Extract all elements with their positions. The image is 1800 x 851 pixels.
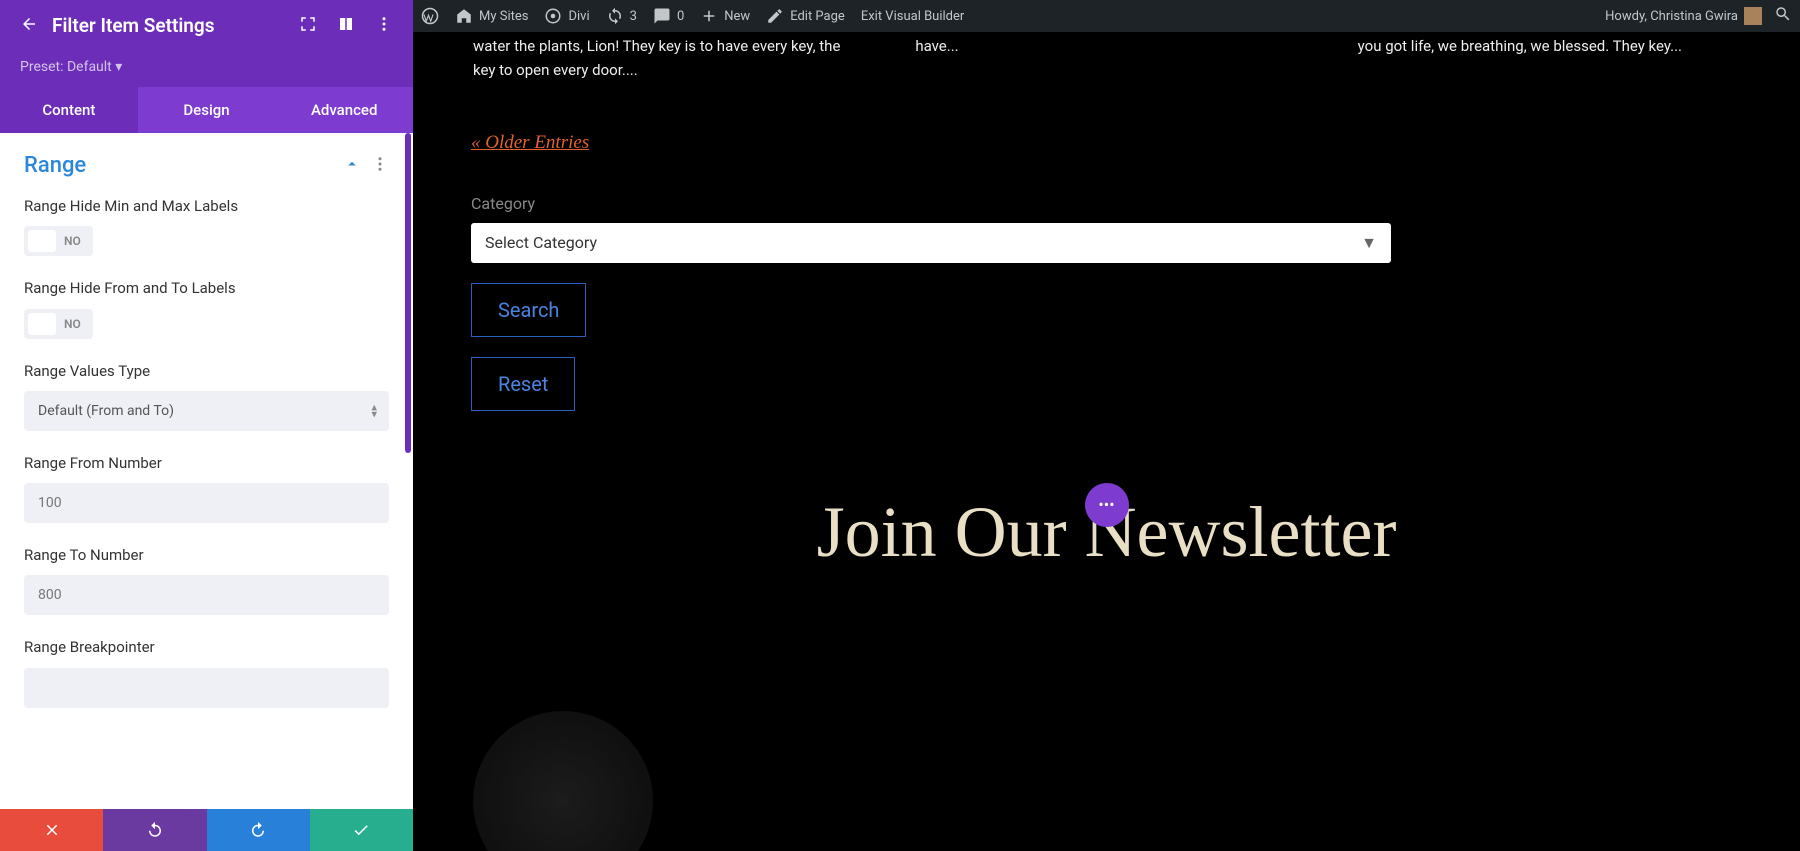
search-icon[interactable]: [1774, 5, 1792, 27]
sidebar-footer: [0, 809, 413, 851]
tab-content[interactable]: Content: [0, 87, 138, 133]
label-to-number: Range To Number: [24, 545, 389, 565]
decorative-circle: [473, 711, 653, 851]
preset-selector[interactable]: Preset: Default ▾: [0, 51, 413, 87]
label-hide-minmax: Range Hide Min and Max Labels: [24, 196, 389, 216]
post-excerpt: should never complain, complaining is a …: [1358, 32, 1740, 82]
input-breakpointer[interactable]: [24, 668, 389, 708]
back-icon[interactable]: [20, 15, 38, 37]
category-label: Category: [471, 194, 1742, 213]
select-values-type[interactable]: Default (From and To): [24, 391, 389, 431]
save-button[interactable]: [310, 809, 413, 851]
post-excerpt: make it. In life you have to take the tr…: [915, 32, 1297, 82]
comments-link[interactable]: 0: [653, 7, 684, 25]
expand-icon[interactable]: [299, 15, 317, 37]
sidebar-title: Filter Item Settings: [52, 14, 285, 37]
chevron-up-icon[interactable]: [343, 155, 361, 177]
sidebar-body: Range Range Hide Min and Max Labels NO R…: [0, 133, 413, 809]
chevron-down-icon: ▼: [1361, 233, 1377, 253]
search-button[interactable]: Search: [471, 283, 586, 337]
older-entries-link[interactable]: « Older Entries: [471, 132, 589, 154]
label-values-type: Range Values Type: [24, 361, 389, 381]
avatar: [1744, 7, 1762, 25]
new-link[interactable]: New: [700, 7, 750, 25]
toggle-hide-fromto[interactable]: NO: [24, 309, 93, 339]
wp-adminbar: My Sites Divi 3 0 New Edit Page Exit Vis…: [413, 0, 1800, 32]
howdy-user[interactable]: Howdy, Christina Gwira: [1605, 7, 1762, 25]
editpage-link[interactable]: Edit Page: [766, 7, 845, 25]
columns-icon[interactable]: [337, 15, 355, 37]
exit-visual-builder[interactable]: Exit Visual Builder: [861, 9, 964, 24]
sidebar-header: Filter Item Settings: [0, 0, 413, 51]
label-breakpointer: Range Breakpointer: [24, 637, 389, 657]
divi-link[interactable]: Divi: [544, 7, 589, 25]
category-select[interactable]: Select Category ▼: [471, 223, 1391, 263]
section-title-range[interactable]: Range: [24, 153, 86, 178]
reset-button[interactable]: Reset: [471, 357, 575, 411]
page-content: beautiful, life is what you make it. Eve…: [413, 32, 1800, 851]
settings-tabs: Content Design Advanced: [0, 87, 413, 133]
cancel-button[interactable]: [0, 809, 103, 851]
label-from-number: Range From Number: [24, 453, 389, 473]
input-from-number[interactable]: [24, 483, 389, 523]
scrollbar-indicator[interactable]: [405, 133, 411, 453]
tab-design[interactable]: Design: [138, 87, 276, 133]
tab-advanced[interactable]: Advanced: [275, 87, 413, 133]
more-icon[interactable]: [375, 15, 393, 37]
module-options-fab[interactable]: •••: [1085, 483, 1129, 527]
label-hide-fromto: Range Hide From and To Labels: [24, 278, 389, 298]
mysites-link[interactable]: My Sites: [455, 7, 528, 25]
updates-link[interactable]: 3: [606, 7, 637, 25]
toggle-hide-minmax[interactable]: NO: [24, 226, 93, 256]
undo-button[interactable]: [103, 809, 206, 851]
post-excerpt: beautiful, life is what you make it. Eve…: [473, 32, 855, 82]
input-to-number[interactable]: [24, 575, 389, 615]
wp-logo-icon[interactable]: [421, 7, 439, 25]
section-more-icon[interactable]: [371, 155, 389, 177]
redo-button[interactable]: [207, 809, 310, 851]
select-arrows-icon: ▴▾: [371, 403, 377, 418]
settings-sidebar: Filter Item Settings Preset: Default ▾ C…: [0, 0, 413, 851]
